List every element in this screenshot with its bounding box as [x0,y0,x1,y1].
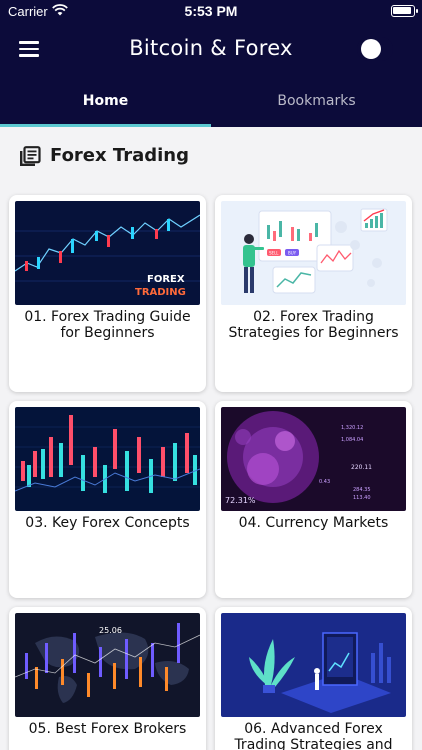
article-thumbnail: 25.06 [15,613,200,717]
article-thumbnail: FOREX TRADING [15,201,200,305]
thumb-trading-text: TRADING [135,287,186,298]
article-thumbnail [221,613,406,717]
thumb-buy-text: BUY [288,251,297,256]
status-bar: Carrier 5:53 PM [0,0,422,24]
article-card-4[interactable]: 1,320.12 1,084.04 0.43 284.35 113.40 220.11 … [215,401,412,598]
thumb-value-text: 220.11 [351,464,372,471]
thumb-price-text: 25.06 [99,626,122,635]
app-header: Carrier 5:53 PM Bitcoin & Forex Home Boo… [0,0,422,127]
clock: 5:53 PM [184,3,238,19]
article-thumbnail: SELL BUY [221,201,406,305]
svg-text:284.35: 284.35 [353,487,371,493]
svg-text:113.40: 113.40 [353,495,371,501]
article-thumbnail: 1,320.12 1,084.04 0.43 284.35 113.40 220.11 … [221,407,406,511]
article-card-3[interactable]: 03. Key Forex Concepts [9,401,206,598]
article-title: 04. Currency Markets [238,515,389,531]
article-card-5[interactable]: 25.06 05. Best Forex Brokers [9,607,206,750]
toggle-knob [361,39,381,59]
library-books-icon [20,146,41,166]
section-title: Forex Trading [50,145,189,166]
tab-home[interactable]: Home [0,93,211,111]
article-title: 05. Best Forex Brokers [28,721,187,737]
article-card-2[interactable]: SELL BUY 02. Forex Trading Strategies fo… [215,195,412,392]
tab-bookmarks[interactable]: Bookmarks [211,93,422,111]
svg-text:0.43: 0.43 [319,479,330,485]
thumb-forex-text: FOREX [147,274,185,285]
theme-toggle[interactable] [357,37,393,61]
article-card-1[interactable]: FOREX TRADING 01. Forex Trading Guide fo… [9,195,206,392]
article-title: 02. Forex Trading Strategies for Beginne… [228,309,399,341]
thumb-percent-text: 72.31% [225,496,256,505]
article-card-6[interactable]: 06. Advanced Forex Trading Strategies an… [215,607,412,750]
battery-icon [391,5,418,17]
thumb-sell-text: SELL [269,251,279,256]
svg-text:1,320.12: 1,320.12 [341,425,363,431]
article-title: 06. Advanced Forex Trading Strategies an… [234,721,393,750]
svg-text:1,084.04: 1,084.04 [341,437,363,443]
article-thumbnail [15,407,200,511]
article-title: 03. Key Forex Concepts [25,515,190,531]
article-title: 01. Forex Trading Guide for Beginners [24,309,191,341]
active-tab-indicator [0,124,211,127]
